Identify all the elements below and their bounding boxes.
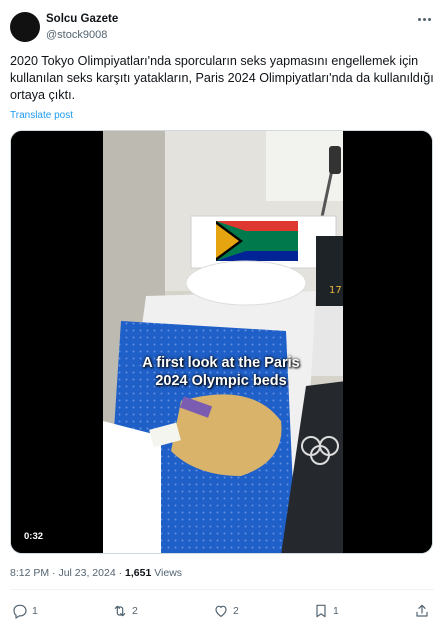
author-display-name[interactable]: Solcu Gazete — [46, 13, 118, 25]
repost-button[interactable]: 2 — [112, 603, 138, 619]
like-count: 2 — [233, 605, 239, 617]
video-player[interactable]: 17 A first look at the Paris 2024 Olympi… — [10, 130, 433, 554]
bookmark-count: 1 — [333, 605, 339, 617]
avatar[interactable] — [10, 12, 40, 42]
post-date[interactable]: Jul 23, 2024 — [58, 567, 115, 579]
reply-icon — [13, 604, 27, 619]
reply-count: 1 — [32, 605, 38, 617]
bookmark-button[interactable]: 1 — [313, 603, 339, 619]
video-caption: A first look at the Paris 2024 Olympic b… — [142, 355, 300, 389]
share-icon — [416, 604, 428, 617]
post-text: 2020 Tokyo Olimpiyatları'nda sporcuların… — [10, 54, 434, 102]
share-button[interactable] — [414, 603, 430, 619]
meta-separator-2: · — [118, 567, 123, 579]
views-count: 1,651 — [125, 567, 152, 579]
views-label: Views — [154, 567, 183, 579]
meta-separator: · — [52, 567, 56, 579]
like-button[interactable]: 2 — [213, 603, 239, 619]
more-icon[interactable] — [414, 12, 434, 26]
bookmark-icon — [316, 604, 326, 618]
post-meta: 8:12 PM · Jul 23, 2024 · 1,651 Views — [10, 567, 182, 579]
author-handle[interactable]: @stock9008 — [46, 29, 107, 41]
divider-top — [10, 589, 434, 590]
post-time[interactable]: 8:12 PM — [10, 567, 49, 579]
repost-count: 2 — [132, 605, 138, 617]
like-icon — [215, 605, 227, 617]
jersey-number: 17 — [329, 285, 342, 296]
video-duration: 0:32 — [19, 529, 49, 544]
repost-icon — [114, 605, 126, 617]
video-frame: 17 — [11, 131, 432, 553]
flag — [216, 221, 298, 261]
translate-post-link[interactable]: Translate post — [10, 110, 73, 121]
reply-button[interactable]: 1 — [12, 603, 38, 619]
